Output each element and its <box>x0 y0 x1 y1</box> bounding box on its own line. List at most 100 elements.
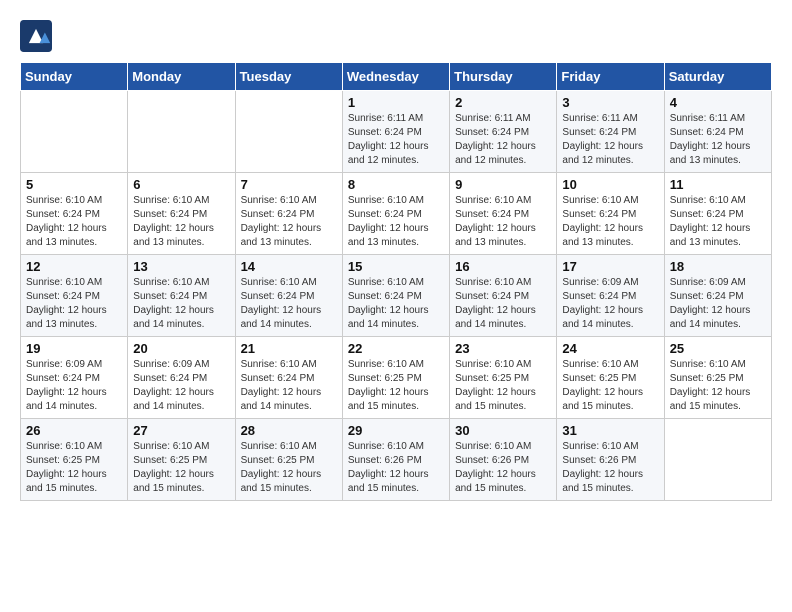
calendar-cell: 9Sunrise: 6:10 AM Sunset: 6:24 PM Daylig… <box>450 173 557 255</box>
day-info: Sunrise: 6:10 AM Sunset: 6:24 PM Dayligh… <box>241 194 337 250</box>
day-info: Sunrise: 6:10 AM Sunset: 6:24 PM Dayligh… <box>26 194 122 250</box>
day-info: Sunrise: 6:10 AM Sunset: 6:24 PM Dayligh… <box>241 276 337 332</box>
day-info: Sunrise: 6:10 AM Sunset: 6:24 PM Dayligh… <box>26 276 122 332</box>
day-number: 22 <box>348 341 444 356</box>
calendar-cell: 14Sunrise: 6:10 AM Sunset: 6:24 PM Dayli… <box>235 255 342 337</box>
header-day-thursday: Thursday <box>450 63 557 91</box>
calendar-cell: 30 Sunrise: 6:10 AM Sunset: 6:26 PM Dayli… <box>450 419 557 501</box>
calendar-cell: 3 Sunrise: 6:11 AM Sunset: 6:24 PM Daylig… <box>557 91 664 173</box>
day-number: 8 <box>348 177 444 192</box>
calendar-header: SundayMondayTuesdayWednesdayThursdayFrid… <box>21 63 772 91</box>
day-number: 12 <box>26 259 122 274</box>
day-number: 30 <box>455 423 551 438</box>
day-number: 20 <box>133 341 229 356</box>
day-info: Sunrise: 6:10 AM Sunset: 6:25 PM Dayligh… <box>455 358 551 414</box>
header-row: SundayMondayTuesdayWednesdayThursdayFrid… <box>21 63 772 91</box>
day-number: 3 <box>562 95 658 110</box>
day-number: 10 <box>562 177 658 192</box>
day-number: 25 <box>670 341 766 356</box>
day-info: Sunrise: 6:10 AM Sunset: 6:25 PM Dayligh… <box>348 358 444 414</box>
day-number: 15 <box>348 259 444 274</box>
day-number: 5 <box>26 177 122 192</box>
day-info: Sunrise: 6:10 AM Sunset: 6:25 PM Dayligh… <box>133 440 229 496</box>
logo-icon <box>20 20 52 52</box>
day-number: 11 <box>670 177 766 192</box>
calendar-cell: 6Sunrise: 6:10 AM Sunset: 6:24 PM Daylig… <box>128 173 235 255</box>
day-info: Sunrise: 6:09 AM Sunset: 6:24 PM Dayligh… <box>26 358 122 414</box>
calendar-cell: 1Sunrise: 6:11 AM Sunset: 6:24 PM Daylig… <box>342 91 449 173</box>
calendar-table: SundayMondayTuesdayWednesdayThursdayFrid… <box>20 62 772 501</box>
calendar-cell: 31 Sunrise: 6:10 AM Sunset: 6:26 PM Dayli… <box>557 419 664 501</box>
day-info: Sunrise: 6:10 AM Sunset: 6:24 PM Dayligh… <box>348 194 444 250</box>
calendar-cell: 28 Sunrise: 6:10 AM Sunset: 6:25 PM Dayli… <box>235 419 342 501</box>
header-day-monday: Monday <box>128 63 235 91</box>
day-info: Sunrise: 6:10 AM Sunset: 6:24 PM Dayligh… <box>133 276 229 332</box>
calendar-cell: 24 Sunrise: 6:10 AM Sunset: 6:25 PM Dayli… <box>557 337 664 419</box>
day-number: 23 <box>455 341 551 356</box>
day-number: 31 <box>562 423 658 438</box>
calendar-cell: 7 Sunrise: 6:10 AM Sunset: 6:24 PM Daylig… <box>235 173 342 255</box>
day-info: Sunrise: 6:10 AM Sunset: 6:24 PM Dayligh… <box>562 194 658 250</box>
calendar-cell: 16 Sunrise: 6:10 AM Sunset: 6:24 PM Dayli… <box>450 255 557 337</box>
day-info: Sunrise: 6:10 AM Sunset: 6:25 PM Dayligh… <box>241 440 337 496</box>
header-day-tuesday: Tuesday <box>235 63 342 91</box>
day-info: Sunrise: 6:11 AM Sunset: 6:24 PM Dayligh… <box>670 112 766 168</box>
calendar-cell <box>128 91 235 173</box>
calendar-cell: 17Sunrise: 6:09 AM Sunset: 6:24 PM Dayli… <box>557 255 664 337</box>
calendar-cell: 10 Sunrise: 6:10 AM Sunset: 6:24 PM Dayli… <box>557 173 664 255</box>
week-row-3: 12 Sunrise: 6:10 AM Sunset: 6:24 PM Dayli… <box>21 255 772 337</box>
day-info: Sunrise: 6:10 AM Sunset: 6:25 PM Dayligh… <box>26 440 122 496</box>
header-day-sunday: Sunday <box>21 63 128 91</box>
day-info: Sunrise: 6:10 AM Sunset: 6:25 PM Dayligh… <box>562 358 658 414</box>
calendar-cell: 4Sunrise: 6:11 AM Sunset: 6:24 PM Daylig… <box>664 91 771 173</box>
day-number: 28 <box>241 423 337 438</box>
week-row-2: 5 Sunrise: 6:10 AM Sunset: 6:24 PM Daylig… <box>21 173 772 255</box>
calendar-cell: 8 Sunrise: 6:10 AM Sunset: 6:24 PM Daylig… <box>342 173 449 255</box>
calendar-cell: 2Sunrise: 6:11 AM Sunset: 6:24 PM Daylig… <box>450 91 557 173</box>
day-info: Sunrise: 6:10 AM Sunset: 6:26 PM Dayligh… <box>562 440 658 496</box>
day-info: Sunrise: 6:09 AM Sunset: 6:24 PM Dayligh… <box>670 276 766 332</box>
calendar-cell: 19 Sunrise: 6:09 AM Sunset: 6:24 PM Dayli… <box>21 337 128 419</box>
day-info: Sunrise: 6:11 AM Sunset: 6:24 PM Dayligh… <box>562 112 658 168</box>
calendar-cell: 26 Sunrise: 6:10 AM Sunset: 6:25 PM Dayli… <box>21 419 128 501</box>
week-row-4: 19 Sunrise: 6:09 AM Sunset: 6:24 PM Dayli… <box>21 337 772 419</box>
day-info: Sunrise: 6:10 AM Sunset: 6:26 PM Dayligh… <box>455 440 551 496</box>
day-info: Sunrise: 6:09 AM Sunset: 6:24 PM Dayligh… <box>562 276 658 332</box>
day-number: 16 <box>455 259 551 274</box>
calendar-cell: 27Sunrise: 6:10 AM Sunset: 6:25 PM Dayli… <box>128 419 235 501</box>
day-number: 7 <box>241 177 337 192</box>
day-info: Sunrise: 6:10 AM Sunset: 6:25 PM Dayligh… <box>670 358 766 414</box>
day-number: 24 <box>562 341 658 356</box>
day-info: Sunrise: 6:10 AM Sunset: 6:24 PM Dayligh… <box>348 276 444 332</box>
day-number: 26 <box>26 423 122 438</box>
day-info: Sunrise: 6:10 AM Sunset: 6:24 PM Dayligh… <box>455 276 551 332</box>
day-number: 1 <box>348 95 444 110</box>
header-day-saturday: Saturday <box>664 63 771 91</box>
day-number: 2 <box>455 95 551 110</box>
day-number: 21 <box>241 341 337 356</box>
day-info: Sunrise: 6:09 AM Sunset: 6:24 PM Dayligh… <box>133 358 229 414</box>
day-number: 29 <box>348 423 444 438</box>
calendar-body: 1 Sunrise: 6:11 AM Sunset: 6:24 PM Daylig… <box>21 91 772 501</box>
calendar-cell: 11 Sunrise: 6:10 AM Sunset: 6:24 PM Dayli… <box>664 173 771 255</box>
day-number: 19 <box>26 341 122 356</box>
calendar-cell: 12 Sunrise: 6:10 AM Sunset: 6:24 PM Dayli… <box>21 255 128 337</box>
week-row-1: 1 Sunrise: 6:11 AM Sunset: 6:24 PM Daylig… <box>21 91 772 173</box>
day-info: Sunrise: 6:10 AM Sunset: 6:24 PM Dayligh… <box>670 194 766 250</box>
day-number: 6 <box>133 177 229 192</box>
header-day-wednesday: Wednesday <box>342 63 449 91</box>
day-number: 9 <box>455 177 551 192</box>
calendar-cell <box>235 91 342 173</box>
calendar-cell: 20 Sunrise: 6:09 AM Sunset: 6:24 PM Dayli… <box>128 337 235 419</box>
calendar-cell: 18Sunrise: 6:09 AM Sunset: 6:24 PM Dayli… <box>664 255 771 337</box>
header-day-friday: Friday <box>557 63 664 91</box>
calendar-cell: 29Sunrise: 6:10 AM Sunset: 6:26 PM Dayli… <box>342 419 449 501</box>
logo <box>20 20 56 52</box>
page-header <box>20 20 772 52</box>
calendar-cell: 13 Sunrise: 6:10 AM Sunset: 6:24 PM Dayli… <box>128 255 235 337</box>
calendar-cell <box>664 419 771 501</box>
calendar-cell: 25 Sunrise: 6:10 AM Sunset: 6:25 PM Dayli… <box>664 337 771 419</box>
calendar-cell <box>21 91 128 173</box>
day-number: 13 <box>133 259 229 274</box>
calendar-cell: 5 Sunrise: 6:10 AM Sunset: 6:24 PM Daylig… <box>21 173 128 255</box>
